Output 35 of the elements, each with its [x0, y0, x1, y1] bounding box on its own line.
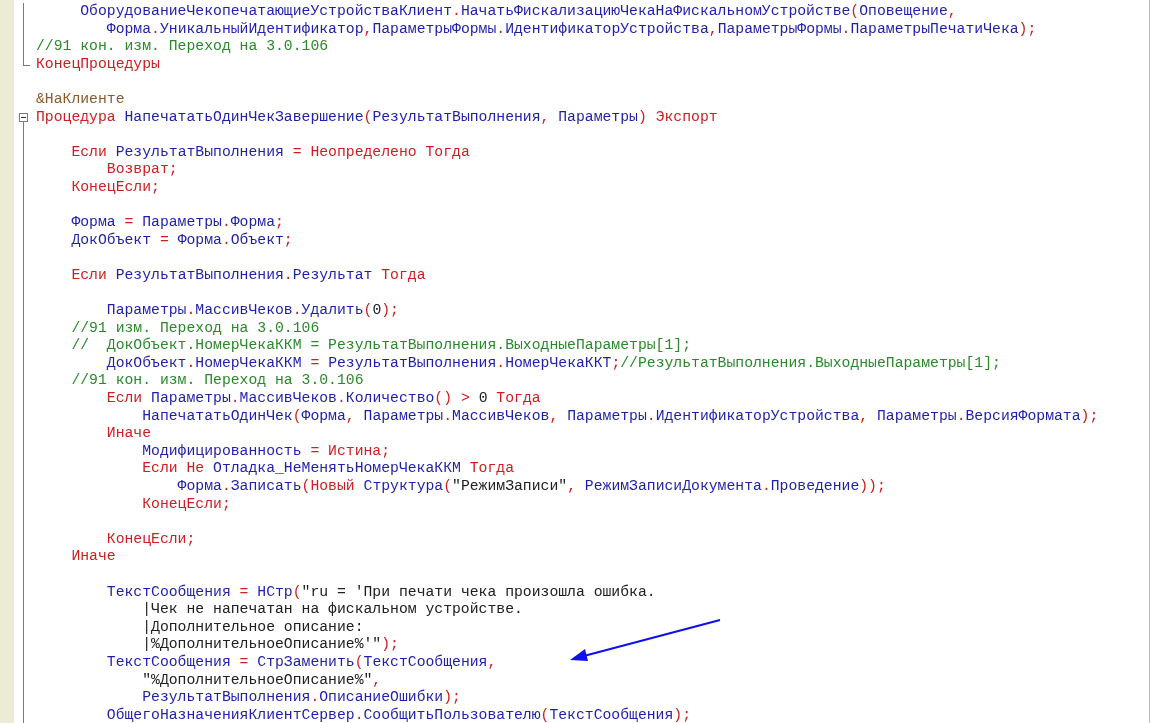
- code-line: //91 кон. изм. Переход на 3.0.106: [70, 372, 364, 391]
- code-line: Форма.Записать(Новый Структура("РежимЗаписи", РежимЗаписиДокумента.Проведение));: [176, 478, 886, 496]
- code-line: Параметры.МассивЧеков.Удалить(0);: [105, 302, 399, 320]
- code-line: Процедура НапечататьОдинЧекЗавершение(РезультатВыполнения, Параметры) Экспорт: [36, 108, 718, 127]
- code-line: КонецПроцедуры: [36, 55, 160, 74]
- code-line: "%ДополнительноеОписание%",: [141, 671, 382, 689]
- code-line: Форма = Параметры.Форма;: [70, 214, 284, 232]
- code-line: //91 изм. Переход на 3.0.106: [70, 319, 320, 337]
- code-line: ОборудованиеЧекопечатающиеУстройстваКлиент.НачатьФискализациюЧекаНаФискальномУстройстве(Оповещение,: [79, 3, 957, 21]
- collapse-button[interactable]: [19, 112, 28, 122]
- code-line: Форма.УникальныйИдентификатор,ПараметрыФормы.ИдентификаторУстройства,ПараметрыФормы.ПараметрыПечатиЧека);: [105, 20, 1037, 39]
- code-line: |%ДополнительноеОписание%'");: [141, 636, 399, 654]
- code-line: ТекстСообщения = СтрЗаменить(ТекстСообщения,: [105, 653, 497, 672]
- code-line: КонецЕсли;: [105, 530, 196, 549]
- code-line: РезультатВыполнения.ОписаниеОшибки);: [141, 689, 461, 707]
- code-line: Иначе: [70, 548, 116, 566]
- code-line: Модифицированность = Истина;: [141, 442, 391, 461]
- code-line: Если РезультатВыполнения = Неопределено Тогда: [70, 143, 470, 162]
- code-line: // ДокОбъект.НомерЧекаККМ = РезультатВыполнения.ВыходныеПараметры[1];: [70, 337, 691, 355]
- code-line: НапечататьОдинЧек(Форма, Параметры.МассивЧеков, Параметры.ИдентификаторУстройства, Параметры.ВерсияФормата);: [141, 407, 1099, 426]
- code-line: //91 кон. изм. Переход на 3.0.106: [36, 38, 329, 56]
- code-line: |Чек не напечатан на фискальном устройстве.: [141, 601, 523, 619]
- code-line: Иначе: [105, 425, 152, 443]
- code-line: ДокОбъект.НомерЧекаККМ = РезультатВыполнения.НомерЧекаККТ;//РезультатВыполнения.ВыходныеПараметры[1];: [105, 354, 1001, 373]
- code-line: КонецЕсли;: [141, 495, 231, 514]
- code-line: Если Параметры.МассивЧеков.Количество() > 0 Тогда: [105, 390, 541, 408]
- code-line: КонецЕсли;: [70, 178, 160, 197]
- code-line: Если Не Отладка_НеМенятьНомерЧекаККМ Тогда: [141, 460, 514, 479]
- code-line: |Дополнительное описание:: [141, 618, 364, 637]
- code-line: &НаКлиенте: [36, 90, 125, 109]
- code-line: ОбщегоНазначенияКлиентСервер.СообщитьПользователю(ТекстСообщения);: [105, 706, 692, 723]
- code-line: ДокОбъект = Форма.Объект;: [70, 231, 293, 250]
- code-line: ТекстСообщения = НСтр("ru = 'При печати чека произошла ошибка.: [105, 583, 656, 602]
- code-line: Если РезультатВыполнения.Результат Тогда: [70, 266, 426, 285]
- code-line: Возврат;: [105, 161, 178, 179]
